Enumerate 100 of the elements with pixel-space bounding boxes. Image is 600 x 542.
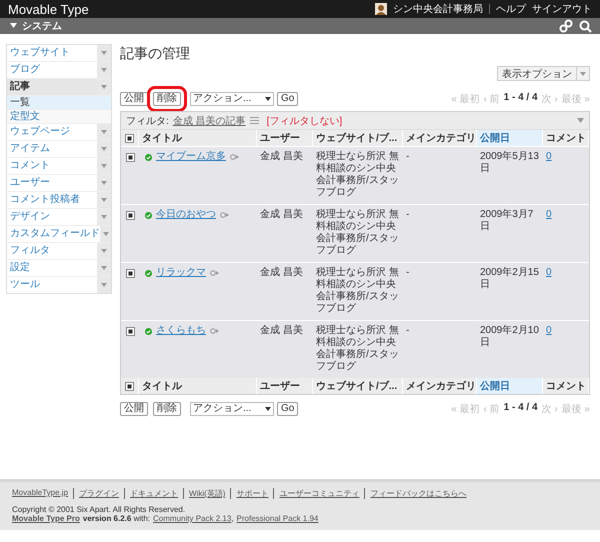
footer-link[interactable]: Wiki(英語) bbox=[183, 488, 230, 499]
table-cell: 2009年3月7日 bbox=[477, 204, 543, 262]
display-options-button[interactable]: 表示オプション bbox=[497, 66, 590, 81]
go-button[interactable]: Go bbox=[277, 92, 298, 106]
table-cell: - bbox=[403, 146, 477, 204]
pager-item: 次 › bbox=[542, 403, 558, 416]
table-cell: - bbox=[403, 204, 477, 262]
action-select[interactable]: アクション... bbox=[190, 402, 274, 416]
entry-title-link[interactable]: 今日のおやつ bbox=[156, 209, 216, 221]
row-checkbox[interactable] bbox=[126, 211, 134, 220]
column-header[interactable]: ユーザー bbox=[257, 378, 313, 394]
footer-link[interactable]: フィードバックはこちらへ bbox=[364, 488, 472, 499]
product-link[interactable]: Movable Type Pro bbox=[12, 514, 80, 523]
sidebar-item[interactable]: ユーザー bbox=[7, 175, 111, 191]
row-checkbox[interactable] bbox=[126, 153, 134, 162]
app-title[interactable]: Movable Type bbox=[8, 2, 89, 16]
sidebar-item[interactable]: コメント bbox=[7, 158, 111, 174]
entry-title-link[interactable]: さくらもち bbox=[156, 325, 206, 337]
select-all-checkbox[interactable] bbox=[125, 134, 134, 142]
view-icon[interactable] bbox=[230, 154, 239, 160]
pager-item: 次 › bbox=[542, 93, 558, 106]
table-cell: 金成 昌美 bbox=[257, 262, 313, 320]
column-header[interactable]: 公開日 bbox=[477, 130, 543, 146]
pager-item[interactable]: 1 - 4 / 4 bbox=[504, 402, 538, 416]
comment-count-link[interactable]: 0 bbox=[546, 325, 552, 336]
sidebar-item[interactable]: ウェブサイト bbox=[7, 45, 111, 61]
header-link[interactable]: ヘルプ bbox=[496, 2, 526, 16]
column-header[interactable]: 公開日 bbox=[477, 378, 543, 394]
scope-selector[interactable]: システム bbox=[10, 19, 62, 33]
filter-label: フィルタ: bbox=[126, 114, 169, 128]
sidebar-item[interactable]: アイテム bbox=[7, 141, 111, 157]
view-icon[interactable] bbox=[210, 328, 219, 334]
caret-icon[interactable] bbox=[265, 407, 271, 411]
table-cell: 2009年5月13日 bbox=[477, 146, 543, 204]
pager-item: « 最初 bbox=[451, 402, 480, 416]
comment-count-link[interactable]: 0 bbox=[546, 151, 552, 162]
view-icon[interactable] bbox=[210, 270, 219, 276]
pack-link[interactable]: Professional Pack 1.94 bbox=[236, 514, 318, 523]
footer-link[interactable]: プラグイン bbox=[73, 488, 124, 499]
pager-item: 最後 » bbox=[562, 403, 590, 416]
sidebar-item[interactable]: 記事 bbox=[7, 79, 111, 95]
user-link[interactable]: シン中央会計事務局 bbox=[393, 2, 483, 16]
table-cell: 金成 昌美 bbox=[257, 204, 313, 262]
avatar-icon bbox=[375, 3, 387, 15]
link-icon[interactable] bbox=[559, 19, 573, 33]
table-cell: - bbox=[403, 262, 477, 320]
sidebar-item[interactable]: ツール bbox=[7, 277, 111, 293]
action-button[interactable]: 公開 bbox=[120, 92, 148, 106]
separator-text: , bbox=[231, 514, 234, 523]
caret-icon[interactable] bbox=[10, 23, 17, 28]
caret-icon[interactable] bbox=[265, 97, 271, 101]
footer-link[interactable]: ユーザーコミュニティ bbox=[273, 488, 364, 499]
sidebar-item[interactable]: デザイン bbox=[7, 209, 111, 225]
entry-title-link[interactable]: マイブーム京多 bbox=[156, 151, 226, 163]
table-cell: 税理士なら所沢 無料相談のシン中央会計事務所/スタッフブログ bbox=[313, 146, 403, 204]
sidebar-item[interactable]: フィルタ bbox=[7, 243, 111, 259]
sidebar-item[interactable]: 設定 bbox=[7, 260, 111, 276]
footer-link[interactable]: ドキュメント bbox=[124, 488, 184, 499]
sidebar-item[interactable]: カスタムフィールド bbox=[7, 226, 111, 242]
copyright-text: Copyright © 2001 Six Apart. All Rights Reserved. bbox=[12, 505, 186, 514]
sidebar-item[interactable]: コメント投稿者 bbox=[7, 192, 111, 208]
column-header[interactable]: コメント bbox=[543, 130, 589, 146]
go-button[interactable]: Go bbox=[277, 402, 298, 416]
column-header[interactable]: メインカテゴリ bbox=[403, 378, 477, 394]
view-icon[interactable] bbox=[220, 212, 229, 218]
table-cell: 金成 昌美 bbox=[257, 146, 313, 204]
select-all-checkbox[interactable] bbox=[125, 382, 134, 390]
column-header[interactable]: タイトル bbox=[139, 130, 257, 146]
column-header[interactable]: ウェブサイト/ブ... bbox=[313, 130, 403, 146]
comment-count-link[interactable]: 0 bbox=[546, 209, 552, 220]
sidebar-item[interactable]: ブログ bbox=[7, 62, 111, 78]
column-header[interactable]: メインカテゴリ bbox=[403, 130, 477, 146]
sidebar-subitem[interactable]: 定型文 bbox=[7, 110, 111, 123]
footer-link[interactable]: MovableType.jp bbox=[12, 488, 74, 499]
pager-item: ‹ 前 bbox=[484, 93, 500, 106]
header-link[interactable]: サインアウト bbox=[532, 2, 592, 16]
column-header[interactable]: ウェブサイト/ブ... bbox=[313, 378, 403, 394]
pager-item[interactable]: 1 - 4 / 4 bbox=[504, 92, 538, 106]
clear-filter-link[interactable]: [フィルタしない] bbox=[266, 114, 342, 128]
column-header[interactable]: タイトル bbox=[139, 378, 257, 394]
footer-link[interactable]: サポート bbox=[230, 488, 274, 499]
sidebar-item[interactable]: ウェブページ bbox=[7, 124, 111, 140]
sidebar-subitem[interactable]: 一覧 bbox=[7, 96, 111, 109]
pager-item: « 最初 bbox=[451, 92, 480, 106]
action-button[interactable]: 公開 bbox=[120, 402, 148, 416]
action-select[interactable]: アクション... bbox=[190, 92, 274, 106]
table-cell: 税理士なら所沢 無料相談のシン中央会計事務所/スタッフブログ bbox=[313, 262, 403, 320]
list-icon[interactable] bbox=[250, 117, 259, 124]
column-header[interactable]: コメント bbox=[543, 378, 589, 394]
row-checkbox[interactable] bbox=[126, 269, 134, 278]
row-checkbox[interactable] bbox=[126, 327, 134, 336]
entry-title-link[interactable]: リラックマ bbox=[156, 267, 206, 279]
table-cell: 2009年2月15日 bbox=[477, 262, 543, 320]
filter-name[interactable]: 金成 昌美の記事 bbox=[172, 114, 246, 128]
pager-item: ‹ 前 bbox=[484, 403, 500, 416]
search-icon[interactable] bbox=[579, 20, 592, 32]
comment-count-link[interactable]: 0 bbox=[546, 267, 552, 278]
action-button[interactable]: 削除 bbox=[153, 402, 181, 416]
pack-link[interactable]: Community Pack 2.13 bbox=[153, 514, 232, 523]
column-header[interactable]: ユーザー bbox=[257, 130, 313, 146]
